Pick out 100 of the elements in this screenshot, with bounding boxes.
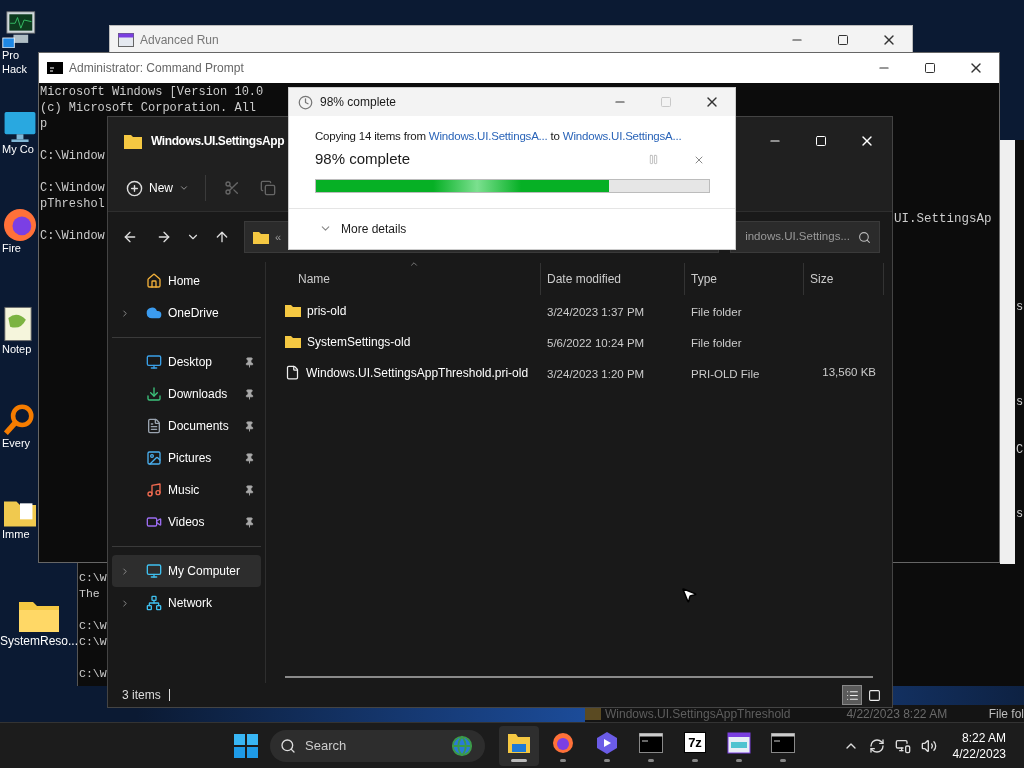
column-header[interactable]: Name xyxy=(298,270,330,288)
date-text: 3/24/2023 1:20 PM xyxy=(547,367,645,380)
clock-icon xyxy=(298,94,313,110)
home-icon xyxy=(146,273,162,289)
forward-icon[interactable] xyxy=(156,229,172,245)
desktop-icon-label[interactable]: Notep xyxy=(2,342,32,356)
console-text: C xyxy=(1016,442,1024,459)
cut-icon[interactable] xyxy=(224,180,240,196)
mouse-pointer-icon xyxy=(680,586,698,604)
square-icon xyxy=(867,688,881,702)
horizontal-scrollbar[interactable] xyxy=(285,676,873,678)
sidebar-item[interactable]: Downloads xyxy=(112,378,261,410)
console-line: C:\W xyxy=(79,570,107,586)
desktop-icon-label[interactable]: Imme xyxy=(2,527,30,541)
source-link[interactable]: Windows.UI.SettingsA... xyxy=(428,130,548,142)
picture-icon xyxy=(146,450,162,466)
sidebar-item[interactable]: Network xyxy=(112,587,261,619)
desktop-icon-label[interactable]: Every xyxy=(2,436,31,450)
magnifier-icon xyxy=(4,404,34,436)
sidebar-item[interactable]: Music xyxy=(112,474,261,506)
sidebar-item[interactable]: My Computer xyxy=(112,555,261,587)
notepad-icon xyxy=(4,306,32,342)
archive-icon: 7z xyxy=(684,732,706,753)
plus-icon xyxy=(126,179,143,197)
taskbar-button[interactable]: 7z xyxy=(675,725,715,766)
console-text: s xyxy=(1016,394,1024,411)
window-title: Advanced Run xyxy=(140,32,219,49)
app-icon xyxy=(118,33,134,47)
desktop-icon-label[interactable]: My Co xyxy=(2,142,34,156)
volume-icon[interactable] xyxy=(920,737,937,754)
details-view-button[interactable] xyxy=(842,685,862,705)
sync-icon[interactable] xyxy=(868,737,885,754)
console-line: Microsoft Windows [Version 10.0 xyxy=(40,84,264,100)
clock-date[interactable]: 4/22/2023 xyxy=(952,745,1006,762)
list-icon xyxy=(845,688,859,702)
taskbar-button[interactable] xyxy=(499,725,539,766)
search-icon xyxy=(280,737,296,754)
type-text: File folder xyxy=(691,305,742,318)
maximize-icon xyxy=(837,34,849,46)
progress-heading: 98% complete xyxy=(315,149,411,170)
more-details-button[interactable]: More details xyxy=(319,219,407,238)
sidebar-item[interactable]: Desktop xyxy=(112,346,261,378)
console-icon xyxy=(47,62,63,74)
search-field[interactable]: Search xyxy=(270,729,485,762)
expand-icon[interactable] xyxy=(120,565,130,577)
sidebar-item[interactable]: Home xyxy=(112,265,261,297)
up-icon[interactable] xyxy=(214,229,230,245)
search-field[interactable]: indows.UI.Settings... xyxy=(730,221,880,253)
terminal-icon xyxy=(639,732,663,753)
folder-icon xyxy=(285,335,301,348)
scrollbar[interactable] xyxy=(1000,140,1015,564)
expand-icon[interactable] xyxy=(120,597,130,609)
copy-icon[interactable] xyxy=(260,180,276,196)
maximize-icon xyxy=(815,135,827,147)
terminal-icon xyxy=(771,732,795,753)
pin-icon xyxy=(244,388,255,400)
date-text: 3/24/2023 1:37 PM xyxy=(547,305,645,318)
desktop-icon-label[interactable]: Pro xyxy=(2,48,20,62)
file-row[interactable]: Windows.UI.SettingsAppThreshold.pri-old 3/24/2023 1:20 PM PRI-OLD File 13,560 KB xyxy=(266,357,892,388)
download-icon xyxy=(146,386,162,402)
destination-link[interactable]: Windows.UI.SettingsA... xyxy=(562,130,682,142)
type-text: PRI-OLD File xyxy=(691,367,760,380)
file-name: Windows.UI.SettingsAppThreshold xyxy=(605,705,791,723)
console-line: C:\W xyxy=(79,666,107,682)
sidebar-item[interactable]: Pictures xyxy=(112,442,261,474)
column-header[interactable]: Date modified xyxy=(547,270,622,288)
browser-icon xyxy=(4,209,36,241)
console-line: C:\Window xyxy=(40,228,105,244)
file-row[interactable]: pris-old 3/24/2023 1:37 PM File folder xyxy=(266,295,892,326)
window-title: 98% complete xyxy=(320,94,397,111)
start-icon[interactable] xyxy=(234,733,258,758)
desktop-icon-label[interactable]: Hack xyxy=(2,62,28,76)
console-line: C:\Window xyxy=(40,148,105,164)
console-line: C:\W xyxy=(79,618,107,634)
console-text: s xyxy=(1016,506,1024,523)
network-icon[interactable] xyxy=(894,737,911,754)
folder-icon xyxy=(507,731,531,754)
new-button[interactable]: New xyxy=(120,172,195,204)
globe-icon xyxy=(451,734,473,757)
desktop-icon-label[interactable]: SystemReso... xyxy=(0,634,78,648)
back-icon[interactable] xyxy=(122,229,138,245)
monitor-icon xyxy=(2,10,38,48)
console-text: UI.SettingsAp xyxy=(894,211,992,228)
sidebar-item[interactable]: Videos xyxy=(112,506,261,538)
item-count: 3 items xyxy=(122,687,161,704)
date-text: 5/6/2022 10:24 PM xyxy=(547,336,645,349)
maximize-icon xyxy=(660,96,672,108)
size-text: 13,560 KB xyxy=(822,364,876,380)
desktop-icon-label[interactable]: Fire xyxy=(2,241,21,255)
column-header[interactable]: Size xyxy=(810,270,834,288)
date-text: 4/22/2023 8:22 AM xyxy=(846,705,948,723)
folder-icon xyxy=(124,133,142,149)
console-line: C:\W xyxy=(79,634,107,650)
folder-icon xyxy=(285,304,301,317)
column-header[interactable]: Type xyxy=(691,270,717,288)
expand-icon[interactable] xyxy=(120,307,130,319)
sidebar-item[interactable]: Documents xyxy=(112,410,261,442)
sidebar-item[interactable]: OneDrive xyxy=(112,297,261,329)
clock-time[interactable]: 8:22 AM xyxy=(961,729,1006,746)
file-row[interactable]: SystemSettings-old 5/6/2022 10:24 PM File folder xyxy=(266,326,892,357)
